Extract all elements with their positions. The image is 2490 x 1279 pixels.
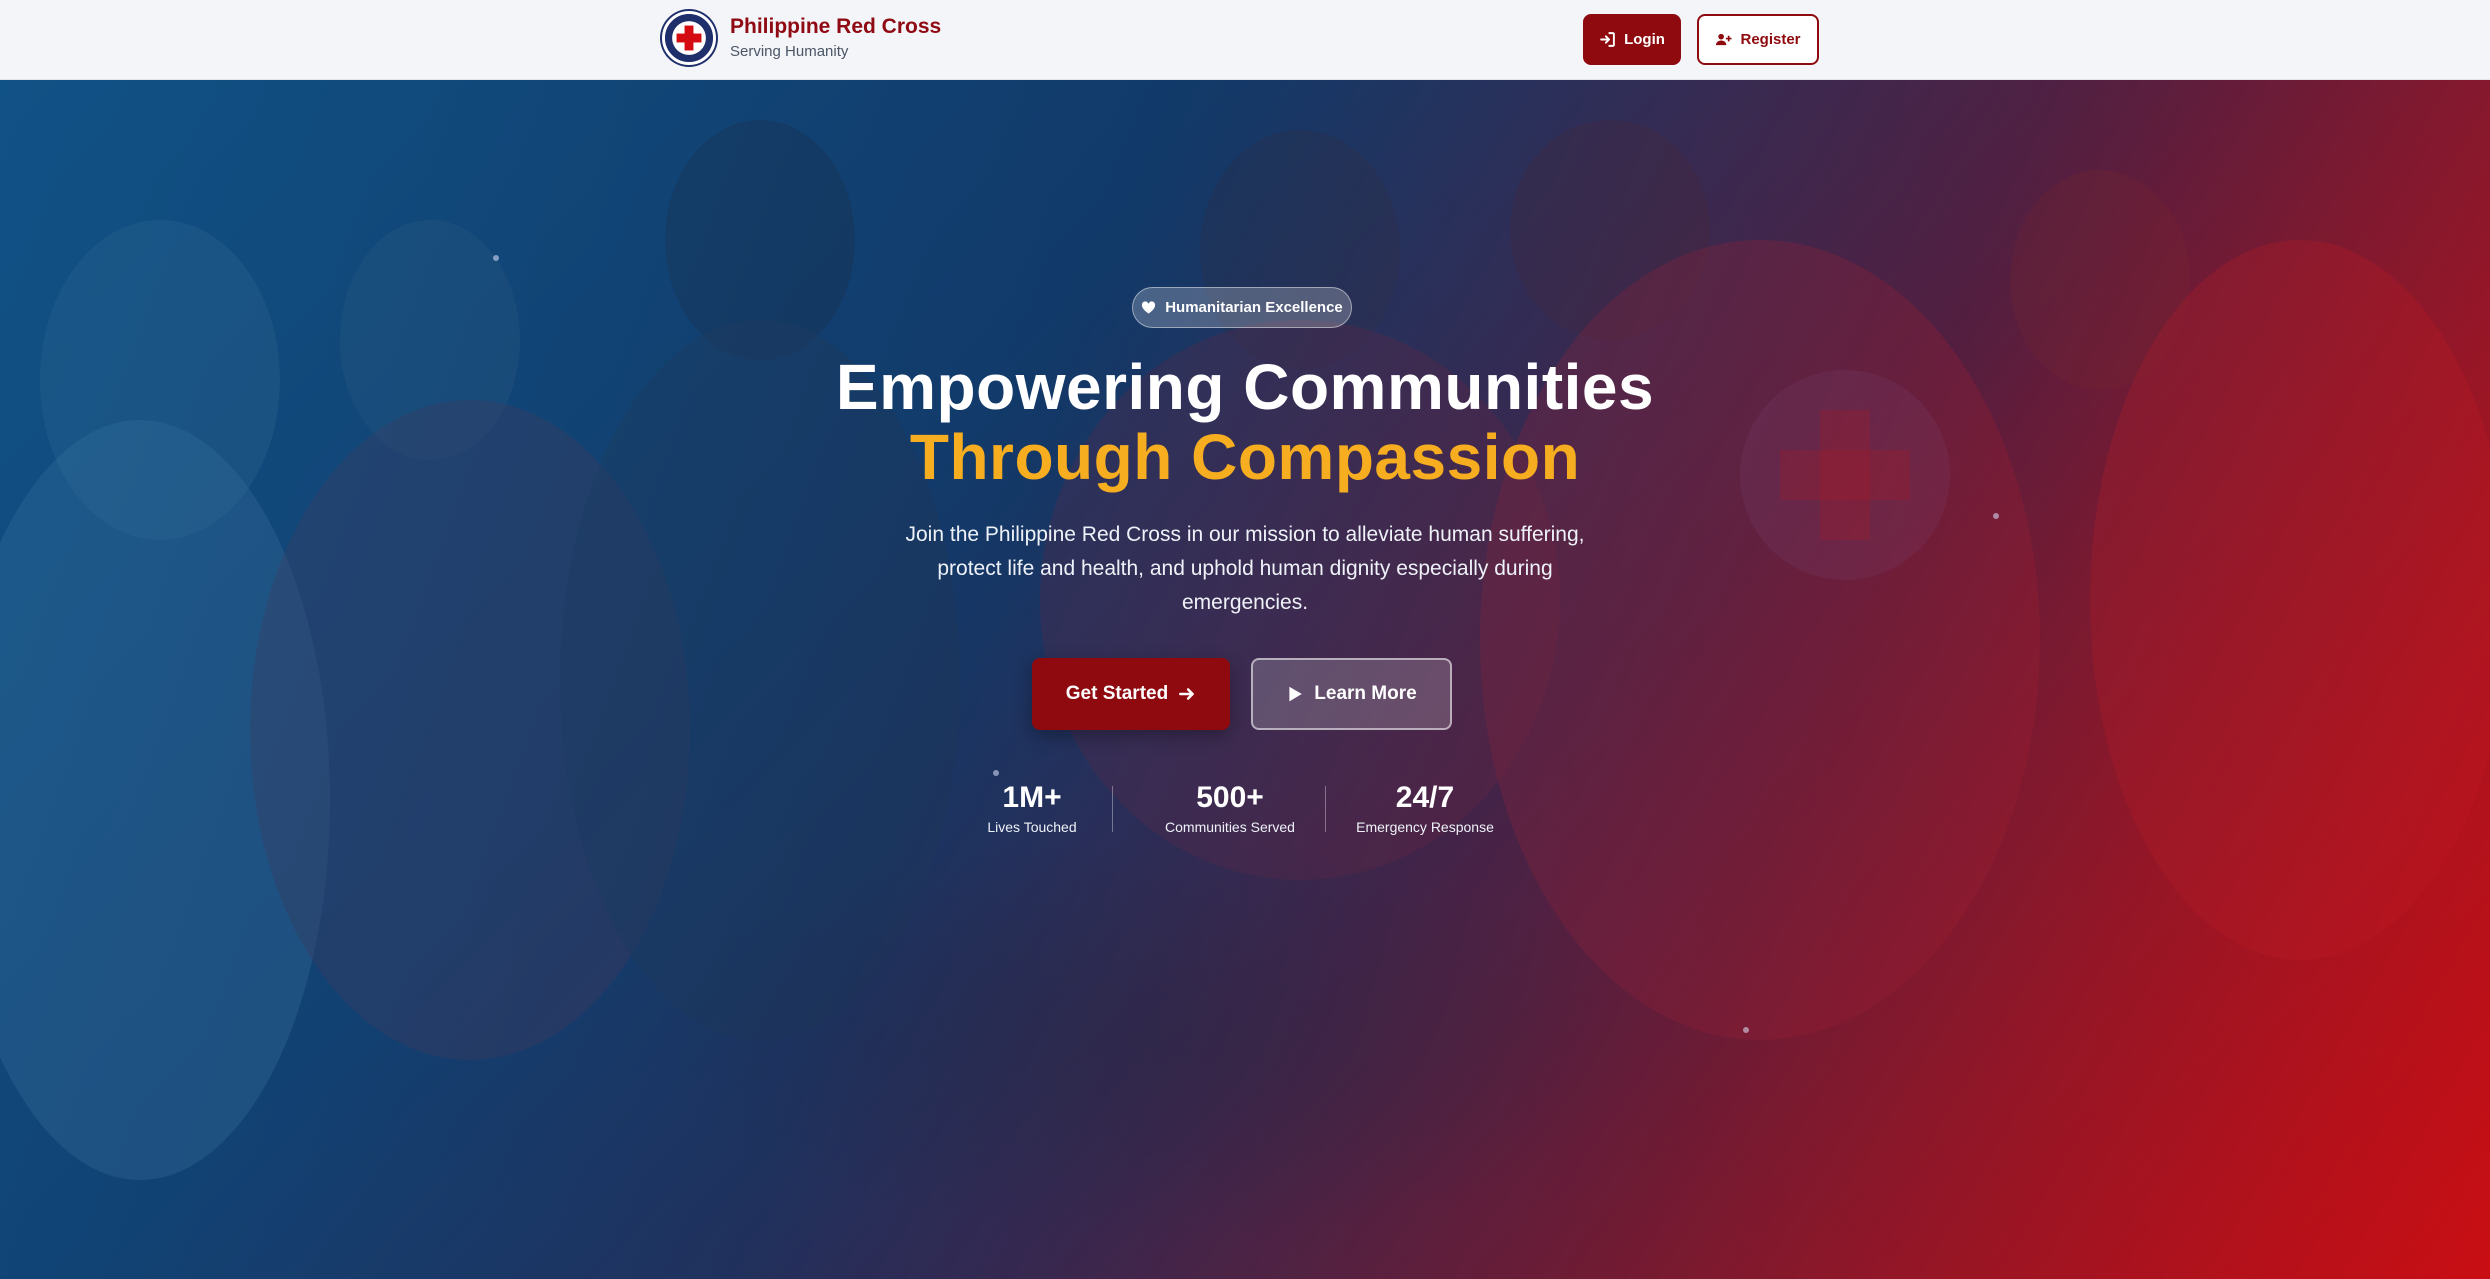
hero-description: Join the Philippine Red Cross in our mis… (905, 523, 1585, 614)
decorative-dot (493, 255, 499, 261)
hero-title-line1: Empowering Communities (835, 351, 1655, 423)
hero-title-line2: Through Compassion (909, 421, 1581, 493)
stat-communities-served: 500+ Communities Served (1140, 780, 1320, 836)
register-button[interactable]: Register (1697, 14, 1819, 65)
stat-lives-touched: 1M+ Lives Touched (982, 780, 1082, 836)
stat-divider (1325, 786, 1326, 832)
sign-in-icon (1600, 32, 1615, 47)
stat-label: Emergency Response (1356, 819, 1494, 835)
decorative-dot (993, 770, 999, 776)
stat-emergency-response: 24/7 Emergency Response (1350, 780, 1500, 836)
heart-icon (1142, 301, 1156, 314)
arrow-right-icon (1179, 688, 1195, 700)
stat-divider (1112, 786, 1113, 832)
stat-label: Communities Served (1165, 819, 1295, 835)
stat-value: 24/7 (1395, 781, 1455, 814)
play-icon (1289, 686, 1303, 702)
stat-value: 500+ (1196, 781, 1264, 814)
user-plus-icon (1716, 33, 1733, 46)
learn-more-button[interactable]: Learn More (1251, 658, 1452, 730)
get-started-label: Get Started (1065, 683, 1169, 704)
brand[interactable]: Philippine Red Cross Serving Humanity (662, 11, 941, 65)
brand-subtitle: Serving Humanity (730, 43, 849, 60)
hero-gradient-overlay (0, 80, 2490, 1279)
brand-text: Philippine Red Cross Serving Humanity (730, 14, 941, 62)
decorative-dot (1993, 513, 1999, 519)
get-started-button[interactable]: Get Started (1032, 658, 1230, 730)
register-label: Register (1740, 31, 1801, 48)
red-cross-logo-icon (662, 11, 716, 65)
decorative-dot (1743, 1027, 1749, 1033)
learn-more-label: Learn More (1314, 683, 1417, 704)
humanitarian-badge: Humanitarian Excellence (1132, 287, 1352, 328)
login-button[interactable]: Login (1583, 14, 1681, 65)
hero-section (0, 80, 2490, 1279)
stat-label: Lives Touched (987, 819, 1077, 835)
stat-value: 1M+ (1002, 781, 1062, 814)
hero-stats: 1M+ Lives Touched 500+ Communities Serve… (960, 780, 1530, 840)
login-label: Login (1624, 31, 1665, 48)
site-header: Philippine Red Cross Serving Humanity Lo… (0, 0, 2490, 80)
badge-label: Humanitarian Excellence (1165, 299, 1343, 316)
brand-title: Philippine Red Cross (730, 15, 942, 38)
